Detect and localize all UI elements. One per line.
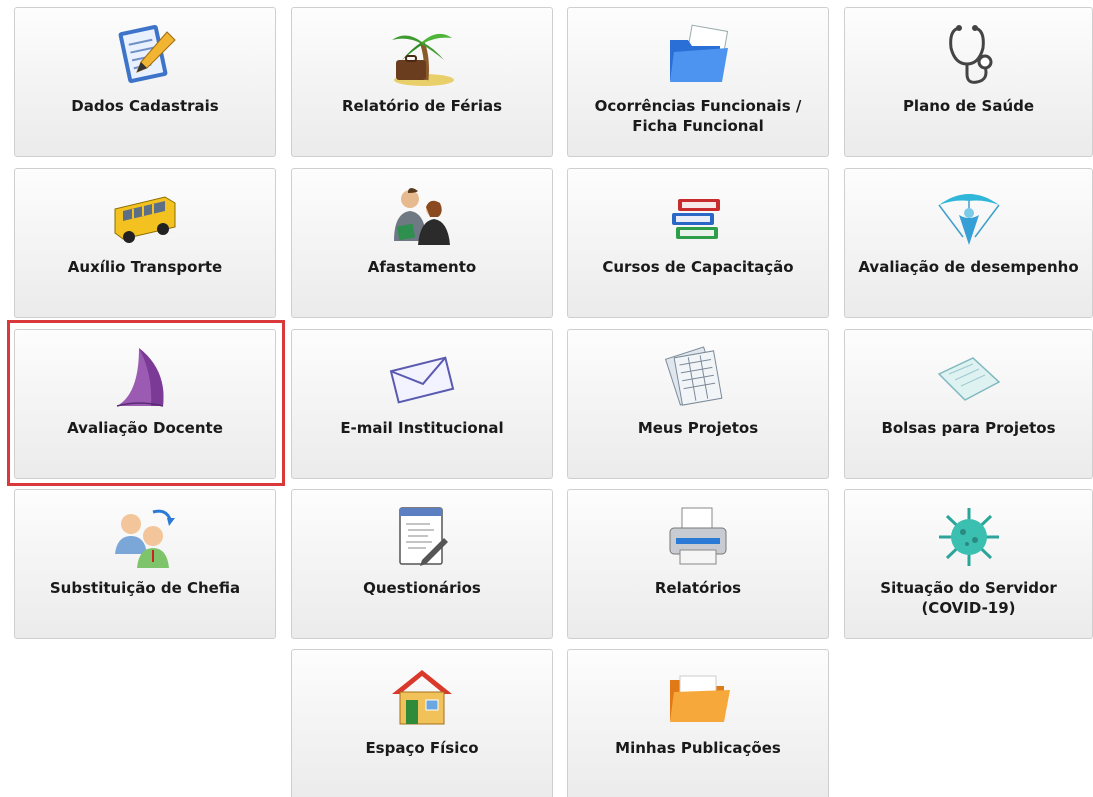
code-document-icon <box>386 504 458 570</box>
tile-espaco-fisico[interactable]: Espaço Físico <box>291 649 553 797</box>
spreadsheet-papers-icon <box>662 344 734 410</box>
tile-situacao-do-servidor[interactable]: Situação do Servidor (COVID-19) <box>844 489 1093 639</box>
tile-label: E-mail Institucional <box>340 419 504 437</box>
tile-label: Espaço Físico <box>365 739 479 757</box>
tile-avaliacao-docente[interactable]: Avaliação Docente <box>14 329 276 479</box>
book-stack-icon <box>662 183 734 249</box>
tile-relatorios[interactable]: Relatórios <box>567 489 829 639</box>
tile-meus-projetos[interactable]: Meus Projetos <box>567 329 829 479</box>
tile-questionarios[interactable]: Questionários <box>291 489 553 639</box>
purple-sail-icon <box>109 344 181 410</box>
house-icon <box>386 664 458 730</box>
tile-label: Relatório de Férias <box>341 97 503 115</box>
tile-label: Avaliação de desempenho <box>858 258 1079 276</box>
blue-folder-icon <box>662 22 734 88</box>
tile-dados-cadastrais[interactable]: Dados Cadastrais <box>14 7 276 157</box>
tile-ocorrencias-funcionais[interactable]: Ocorrências Funcionais / Ficha Funcional <box>567 7 829 157</box>
tile-label: Meus Projetos <box>637 419 759 437</box>
tile-label: Afastamento <box>367 258 477 276</box>
virus-icon <box>933 504 1005 570</box>
printer-icon <box>662 504 734 570</box>
envelope-icon <box>386 344 458 410</box>
tile-bolsas-para-projetos[interactable]: Bolsas para Projetos <box>844 329 1093 479</box>
tile-plano-de-saude[interactable]: Plano de Saúde <box>844 7 1093 157</box>
parachute-icon <box>933 183 1005 249</box>
tile-cursos-de-capacitacao[interactable]: Cursos de Capacitação <box>567 168 829 318</box>
tile-label: Plano de Saúde <box>902 97 1035 115</box>
tile-label: Questionários <box>363 579 481 597</box>
notepad-pencil-icon <box>109 22 181 88</box>
orange-folder-icon <box>662 664 734 730</box>
tile-label: Dados Cadastrais <box>71 97 219 115</box>
tile-label: Ocorrências Funcionais / Ficha Funcional <box>594 97 802 135</box>
tile-minhas-publicacoes[interactable]: Minhas Publicações <box>567 649 829 797</box>
tile-label: Substituição de Chefia <box>49 579 241 597</box>
user-swap-icon <box>109 504 181 570</box>
palm-tree-suitcase-icon <box>386 22 458 88</box>
tile-label: Relatórios <box>654 579 742 597</box>
tile-auxilio-transporte[interactable]: Auxílio Transporte <box>14 168 276 318</box>
tile-label: Avaliação Docente <box>67 419 223 437</box>
tile-relatorio-de-ferias[interactable]: Relatório de Férias <box>291 7 553 157</box>
tile-label: Auxílio Transporte <box>67 258 223 276</box>
paper-sheet-icon <box>933 344 1005 410</box>
tile-avaliacao-de-desempenho[interactable]: Avaliação de desempenho <box>844 168 1093 318</box>
tile-substituicao-de-chefia[interactable]: Substituição de Chefia <box>14 489 276 639</box>
people-books-icon <box>386 183 458 249</box>
tile-label: Minhas Publicações <box>615 739 781 757</box>
school-bus-icon <box>109 183 181 249</box>
tile-email-institucional[interactable]: E-mail Institucional <box>291 329 553 479</box>
tile-label: Bolsas para Projetos <box>881 419 1056 437</box>
tile-label: Situação do Servidor (COVID-19) <box>880 579 1057 617</box>
tile-afastamento[interactable]: Afastamento <box>291 168 553 318</box>
stethoscope-icon <box>933 22 1005 88</box>
tile-label: Cursos de Capacitação <box>602 258 794 276</box>
